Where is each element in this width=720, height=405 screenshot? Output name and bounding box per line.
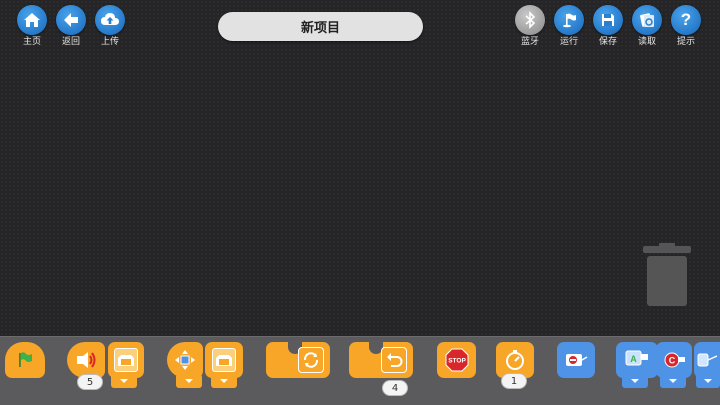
trash-icon[interactable]	[643, 243, 691, 307]
start-flag-block[interactable]	[5, 342, 45, 378]
hint-label: 提示	[676, 37, 695, 47]
sensor-c-icon: C	[664, 352, 685, 368]
save-label: 保存	[598, 37, 617, 47]
cloud-upload-icon	[95, 5, 125, 35]
motor-block-2[interactable]	[205, 342, 243, 378]
motor-block[interactable]	[108, 342, 144, 378]
upload-button[interactable]: 上传	[93, 5, 127, 47]
stop-text: STOP	[448, 358, 466, 365]
question-icon: ?	[671, 5, 701, 35]
svg-text:C: C	[669, 356, 676, 366]
motor-icon	[212, 348, 236, 372]
motor-icon	[114, 348, 138, 372]
green-flag-icon	[19, 352, 32, 367]
sensor-a-icon: A	[625, 350, 648, 366]
home-button[interactable]: 主页	[15, 5, 49, 47]
back-button[interactable]: 返回	[54, 5, 88, 47]
home-label: 主页	[22, 37, 41, 47]
loop-icon	[298, 347, 324, 373]
motor-dropdown[interactable]	[111, 374, 137, 388]
workspace-canvas[interactable]	[0, 0, 720, 336]
repeat-count-value[interactable]: 4	[382, 380, 408, 396]
run-button[interactable]: 运行	[552, 5, 586, 47]
wait-value[interactable]: 1	[501, 373, 527, 389]
bluetooth-label: 蓝牙	[520, 37, 539, 47]
sensor-partial-icon	[697, 353, 718, 367]
move-dropdown[interactable]	[176, 374, 202, 388]
load-label: 读取	[637, 37, 656, 47]
stopwatch-icon	[506, 350, 524, 370]
repeat-forever-block[interactable]	[266, 340, 330, 378]
sensor-block-partial[interactable]	[694, 342, 720, 378]
sensor-c-dropdown[interactable]	[660, 374, 686, 388]
bluetooth-icon	[515, 5, 545, 35]
sensor-icon	[566, 354, 588, 366]
bluetooth-button[interactable]: 蓝牙	[513, 5, 547, 47]
repeat-count-block[interactable]	[349, 340, 413, 378]
floppy-save-icon	[593, 5, 623, 35]
sound-value[interactable]: 5	[77, 374, 103, 390]
load-button[interactable]: 读取	[630, 5, 664, 47]
flag-run-icon	[554, 5, 584, 35]
sensor-color-a-block[interactable]: A	[616, 342, 658, 378]
run-label: 运行	[559, 37, 578, 47]
svg-text:A: A	[630, 354, 637, 364]
stop-sign-icon: STOP	[445, 348, 468, 372]
move-block[interactable]	[167, 342, 203, 378]
hint-button[interactable]: ? 提示	[669, 5, 703, 47]
stop-block[interactable]: STOP	[437, 342, 476, 378]
motor-dropdown-2[interactable]	[211, 374, 237, 388]
undo-loop-icon	[381, 347, 407, 373]
upload-label: 上传	[100, 37, 119, 47]
sensor-block[interactable]	[557, 342, 595, 378]
home-icon	[17, 5, 47, 35]
sensor-color-c-block[interactable]: C	[656, 342, 692, 378]
folder-load-icon	[632, 5, 662, 35]
back-arrow-icon	[56, 5, 86, 35]
sound-block[interactable]	[67, 342, 105, 378]
project-title[interactable]: 新项目	[218, 12, 423, 41]
move-arrows-icon	[175, 350, 195, 370]
sensor-partial-dropdown[interactable]	[696, 374, 720, 388]
back-label: 返回	[61, 37, 80, 47]
sensor-a-dropdown[interactable]	[622, 374, 648, 388]
speaker-icon	[77, 352, 96, 368]
save-button[interactable]: 保存	[591, 5, 625, 47]
